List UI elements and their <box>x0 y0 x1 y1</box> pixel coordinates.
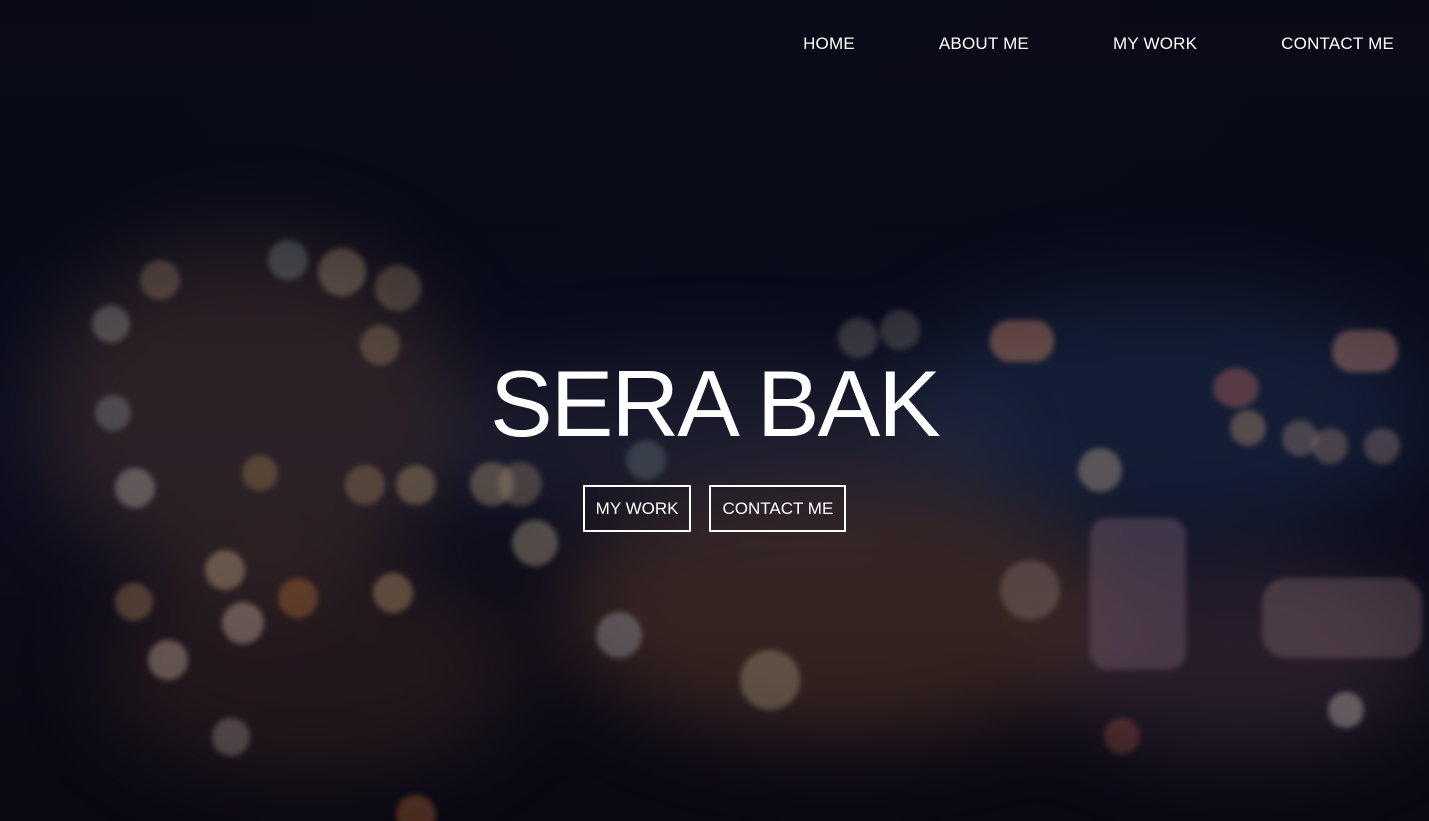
contact-me-button[interactable]: CONTACT ME <box>709 485 847 532</box>
nav-link-home[interactable]: HOME <box>803 34 855 54</box>
nav-link-contact-me[interactable]: CONTACT ME <box>1281 34 1394 54</box>
my-work-button[interactable]: MY WORK <box>582 485 692 532</box>
hero-section: HOME ABOUT ME MY WORK CONTACT ME SERA BA… <box>0 0 1429 821</box>
nav-link-my-work[interactable]: MY WORK <box>1113 34 1197 54</box>
hero-button-row: MY WORK CONTACT ME <box>0 485 1429 532</box>
nav-link-about-me[interactable]: ABOUT ME <box>939 34 1029 54</box>
hero-title: SERA BAK <box>490 351 941 456</box>
top-nav: HOME ABOUT ME MY WORK CONTACT ME <box>803 34 1394 54</box>
